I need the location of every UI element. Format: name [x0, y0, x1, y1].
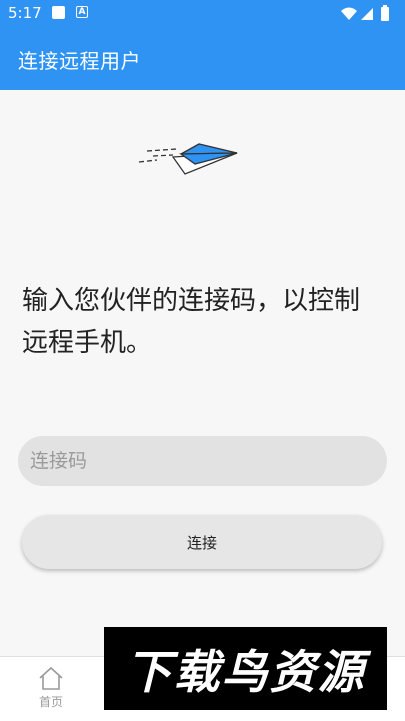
wifi-icon	[341, 7, 357, 20]
status-icons	[341, 5, 389, 21]
status-time: 5:17	[8, 4, 42, 22]
notification-icon	[52, 6, 65, 19]
battery-icon	[381, 7, 389, 21]
keyboard-icon: A	[76, 6, 88, 18]
home-icon	[39, 666, 63, 690]
connection-code-input[interactable]	[18, 436, 387, 486]
instruction-text: 输入您伙伴的连接码，以控制远程手机。	[22, 286, 361, 358]
nav-item-home-label: 首页	[38, 695, 63, 709]
connect-button[interactable]: 连接	[22, 515, 382, 569]
paper-plane-icon	[138, 143, 238, 175]
signal-icon	[361, 8, 373, 20]
page-title: 连接远程用户	[18, 49, 141, 73]
nav-item-home[interactable]: 首页	[28, 665, 74, 717]
status-bar: 5:17 A	[0, 0, 405, 28]
app-bar: 连接远程用户	[0, 28, 405, 90]
watermark-banner: 下载鸟资源	[104, 627, 387, 710]
